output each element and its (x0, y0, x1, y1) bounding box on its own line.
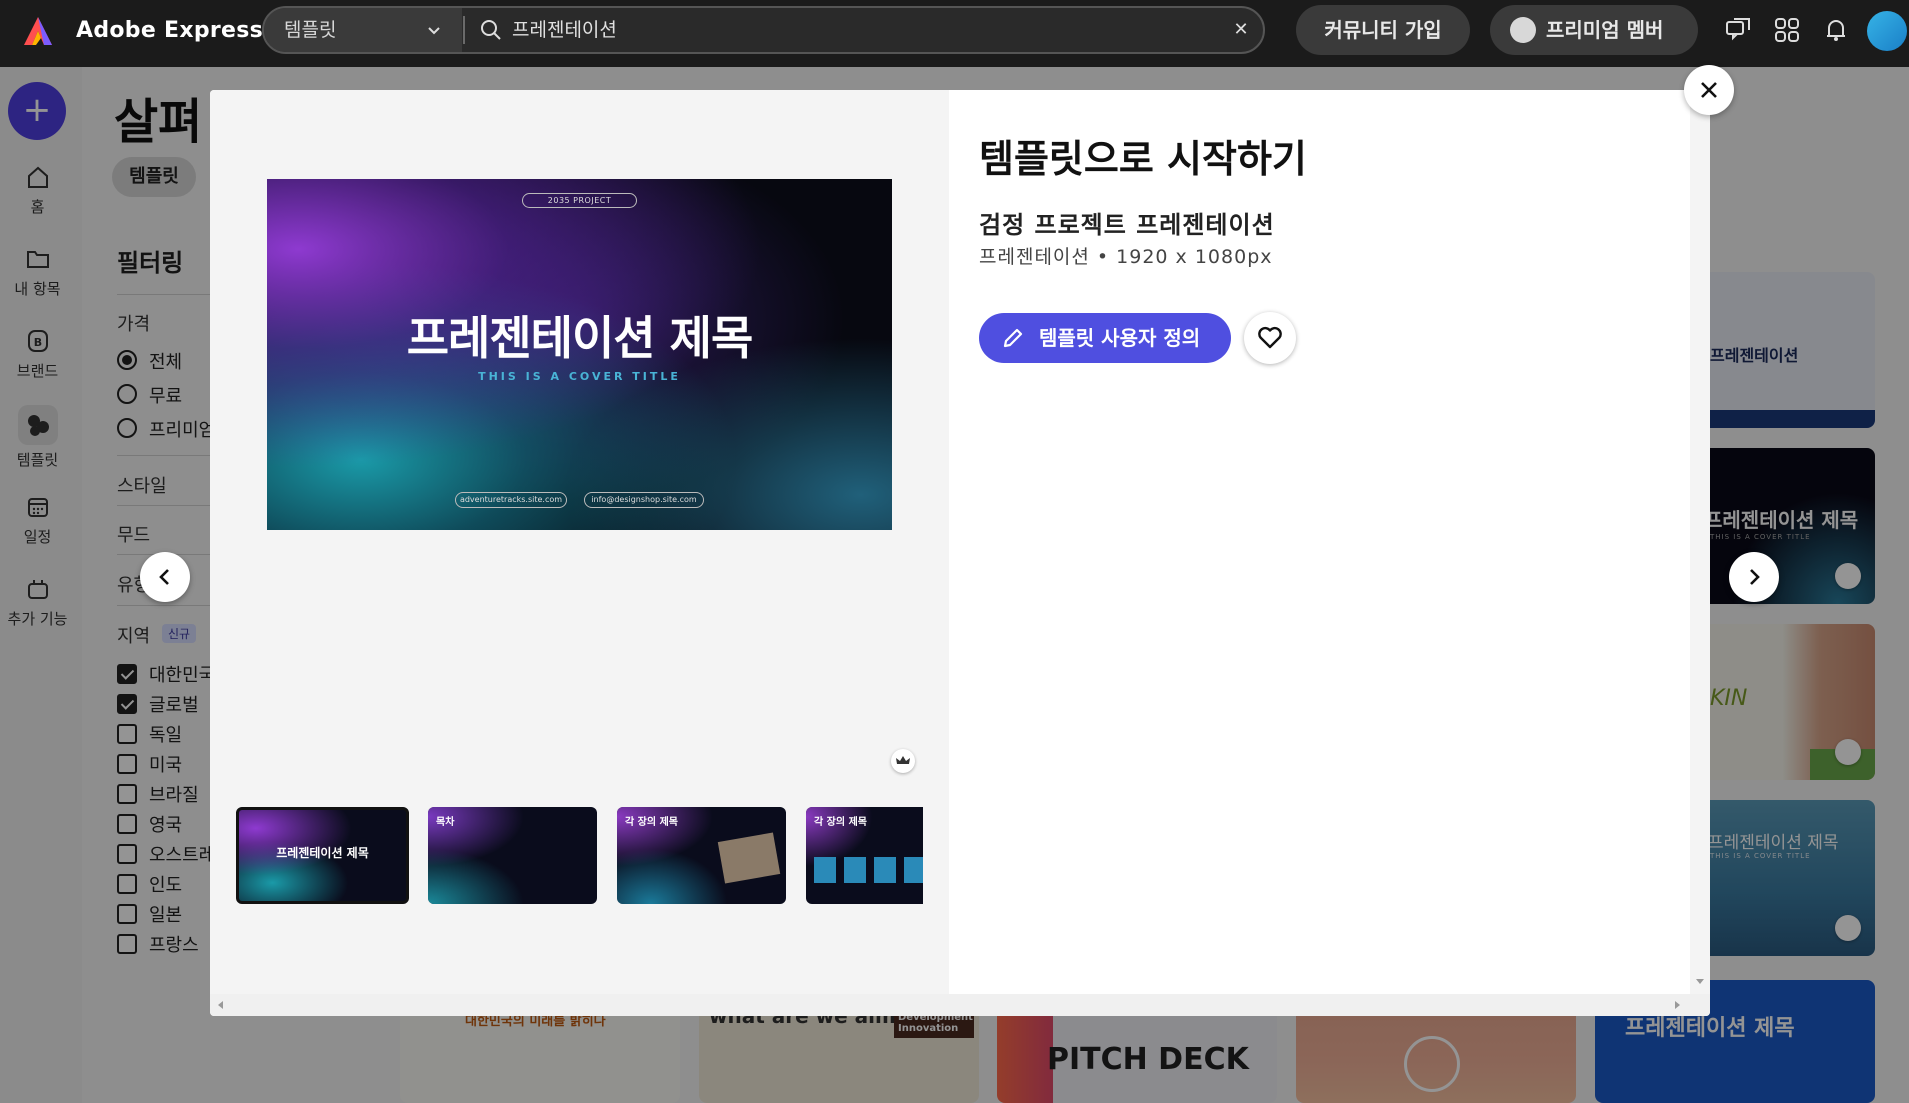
hero-link: info@designshop.site.com (584, 492, 704, 508)
apps-grid-icon[interactable] (1773, 16, 1801, 44)
search-divider (463, 16, 465, 44)
scroll-down-arrow[interactable] (1696, 979, 1704, 984)
thumbnail-title: 목차 (436, 817, 455, 828)
thumbnail-photo (844, 857, 866, 883)
search-category-value: 템플릿 (284, 19, 337, 41)
hero-link: adventuretracks.site.com (455, 492, 567, 508)
clear-search-icon[interactable]: ✕ (1231, 20, 1251, 40)
template-meta: 프레젠테이션 • 1920 x 1080px (979, 246, 1273, 268)
preview-panel: 2035 PROJECT 프레젠테이션 제목 THIS IS A COVER T… (210, 90, 949, 994)
slide-thumbnail[interactable]: 각 장의 제목 (806, 807, 923, 904)
bell-icon[interactable] (1822, 16, 1850, 44)
close-modal-button[interactable] (1684, 65, 1734, 115)
adobe-express-logo[interactable] (22, 15, 54, 47)
search-category-select[interactable]: 템플릿 (264, 8, 462, 52)
slide-thumbnail[interactable]: 각 장의 제목 (617, 807, 786, 904)
slide-thumbnail[interactable]: 목차 (428, 807, 597, 904)
template-preview-image: 2035 PROJECT 프레젠테이션 제목 THIS IS A COVER T… (267, 179, 892, 530)
chevron-right-icon (1750, 569, 1760, 585)
premium-member-label: 프리미엄 멤버 (1546, 18, 1664, 42)
top-bar: Adobe Express 템플릿 프레젠테이션 ✕ 커뮤니티 가입 프리미엄 … (0, 0, 1909, 67)
customize-template-button[interactable]: 템플릿 사용자 정의 (979, 313, 1231, 363)
chat-icon[interactable] (1724, 16, 1752, 44)
app-name[interactable]: Adobe Express (76, 18, 263, 43)
vertical-scrollbar[interactable] (1690, 90, 1710, 994)
pencil-icon (1003, 328, 1023, 348)
search-icon (481, 20, 501, 40)
hero-title: 프레젠테이션 제목 (406, 311, 754, 365)
thumbnail-title: 각 장의 제목 (625, 817, 678, 828)
horizontal-scrollbar[interactable] (210, 994, 1710, 1016)
customize-label: 템플릿 사용자 정의 (1039, 326, 1201, 350)
premium-crown-icon (891, 749, 915, 773)
template-name: 검정 프로젝트 프레젠테이션 (979, 211, 1275, 239)
previous-template-button[interactable] (140, 552, 190, 602)
thumbnail-photo (904, 857, 923, 883)
slide-thumbnail[interactable]: 프레젠테이션 제목 (236, 807, 409, 904)
search-bar: 템플릿 프레젠테이션 ✕ (262, 6, 1265, 54)
heart-icon (1258, 326, 1282, 349)
chevron-left-icon (159, 569, 169, 585)
crown-icon (896, 756, 910, 764)
next-template-button[interactable] (1729, 552, 1779, 602)
crown-icon (1510, 17, 1536, 43)
search-input[interactable]: 프레젠테이션 (512, 8, 617, 52)
avatar[interactable] (1867, 11, 1907, 51)
scroll-left-arrow[interactable] (218, 1001, 223, 1009)
close-icon (1701, 82, 1717, 98)
thumbnail-title: 프레젠테이션 제목 (276, 846, 369, 860)
community-join-button[interactable]: 커뮤니티 가입 (1296, 5, 1470, 55)
thumbnail-title: 각 장의 제목 (814, 817, 867, 828)
chevron-down-icon (428, 27, 440, 35)
scroll-right-arrow[interactable] (1675, 1001, 1680, 1009)
modal-heading: 템플릿으로 시작하기 (979, 137, 1307, 181)
favorite-button[interactable] (1244, 312, 1296, 364)
premium-member-button[interactable]: 프리미엄 멤버 (1490, 5, 1698, 55)
hero-subtitle: THIS IS A COVER TITLE (478, 370, 681, 383)
thumbnail-photo (814, 857, 836, 883)
hero-project-tag: 2035 PROJECT (522, 193, 637, 208)
thumbnail-photo (874, 857, 896, 883)
template-preview-modal: 2035 PROJECT 프레젠테이션 제목 THIS IS A COVER T… (210, 90, 1710, 1016)
